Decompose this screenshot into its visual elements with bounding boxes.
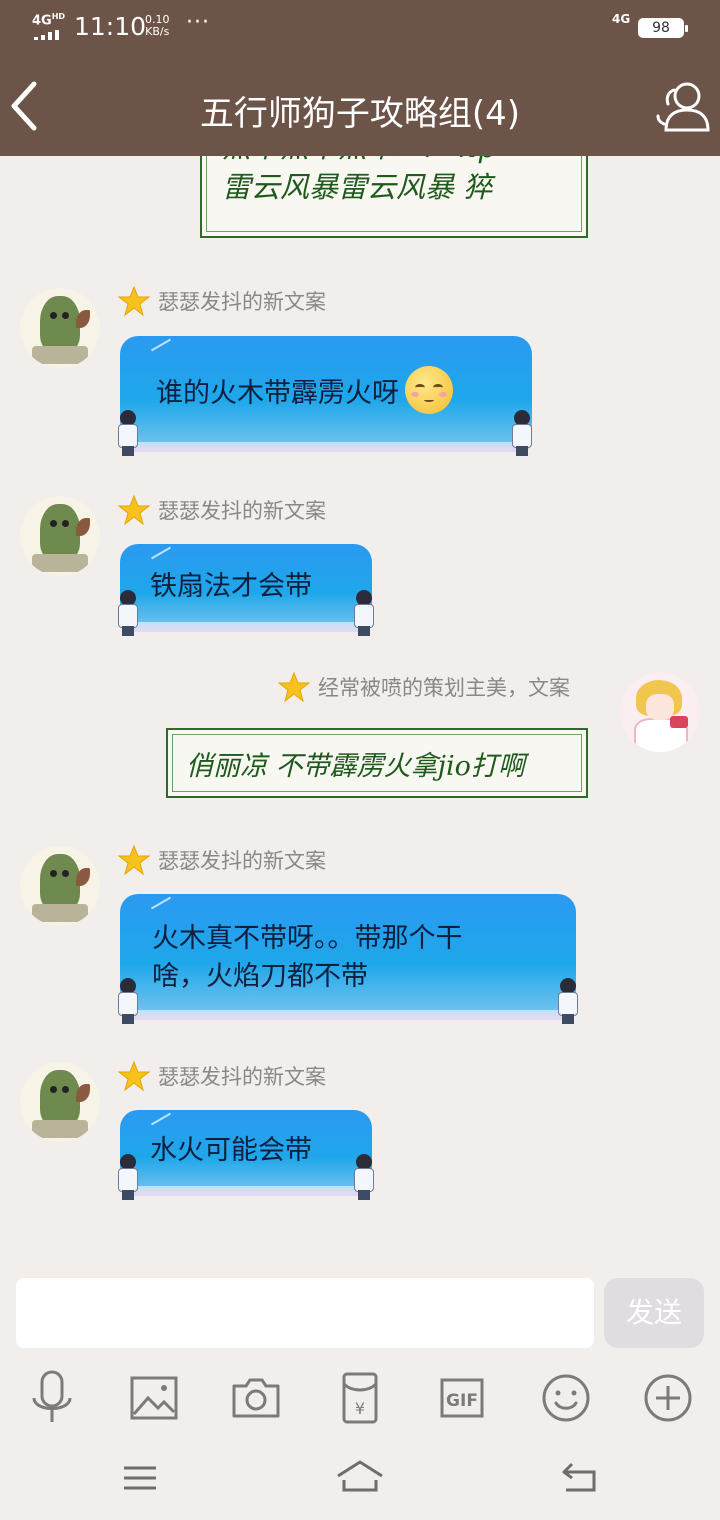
- message-text: 水火可能会带: [150, 1135, 312, 1166]
- sender-name: 瑟瑟发抖的新文案: [158, 849, 326, 873]
- decor-boy-icon: [114, 978, 142, 1024]
- image-message[interactable]: 俏丽凉 不带霹雳火拿jio打啊: [166, 728, 588, 798]
- sender-name: 瑟瑟发抖的新文案: [158, 290, 326, 314]
- status-bar: 4GHD 11:10 0.10 KB/s ··· 4G 98: [0, 0, 720, 56]
- message-bubble[interactable]: 水火可能会带: [118, 1110, 374, 1200]
- menu-icon[interactable]: [112, 1454, 168, 1502]
- sender-row: 瑟瑟发抖的新文案: [118, 1059, 326, 1093]
- more-notifications-icon: ···: [186, 10, 210, 35]
- network-indicator-right: 4G: [612, 12, 631, 26]
- chat-messages[interactable]: 熬木熬木熬木=？ hp 雷云风暴雷云风暴 猝 瑟瑟发抖的新文案 谁的火木带霹雳火…: [0, 156, 720, 1268]
- avatar-self[interactable]: [620, 672, 700, 752]
- sender-name: 经常被喷的策划主美，文案: [318, 676, 570, 700]
- decor-boy-icon: [114, 590, 142, 636]
- battery-indicator: 98: [638, 18, 688, 38]
- avatar[interactable]: [20, 496, 100, 576]
- plus-icon[interactable]: [638, 1368, 698, 1428]
- sender-row: 瑟瑟发抖的新文案: [118, 843, 326, 877]
- top-bar: 4GHD 11:10 0.10 KB/s ··· 4G 98 五行师狗子攻略组(4…: [0, 0, 720, 156]
- chat-header: 五行师狗子攻略组(4): [0, 56, 720, 156]
- star-icon: [278, 671, 310, 703]
- network-speed: 0.10 KB/s: [145, 13, 170, 38]
- emoji-icon[interactable]: [536, 1368, 596, 1428]
- sender-row: 瑟瑟发抖的新文案: [118, 284, 326, 318]
- message-bubble[interactable]: 铁扇法才会带: [118, 544, 374, 636]
- send-button[interactable]: 发送: [604, 1278, 704, 1348]
- decor-boy-icon: [554, 978, 582, 1024]
- sender-name: 瑟瑟发抖的新文案: [158, 1065, 326, 1089]
- sender-name: 瑟瑟发抖的新文案: [158, 499, 326, 523]
- decor-boy-icon: [508, 410, 536, 456]
- message-bubble[interactable]: 谁的火木带霹雳火呀: [118, 336, 532, 456]
- red-packet-icon[interactable]: ¥: [330, 1368, 390, 1428]
- gif-icon[interactable]: GIF: [432, 1368, 492, 1428]
- mic-icon[interactable]: [22, 1368, 82, 1428]
- camera-icon[interactable]: [226, 1368, 286, 1428]
- sender-row: 瑟瑟发抖的新文案: [118, 493, 326, 527]
- avatar[interactable]: [20, 846, 100, 926]
- back-nav-icon[interactable]: [552, 1454, 608, 1502]
- message-text: 火木真不带呀。。带那个干: [152, 923, 463, 954]
- gif-label: GIF: [446, 1391, 478, 1411]
- signal-icon: [34, 30, 64, 40]
- message-text: 铁扇法才会带: [150, 571, 312, 602]
- star-icon: [118, 844, 150, 876]
- star-icon: [118, 1060, 150, 1092]
- star-icon: [118, 285, 150, 317]
- input-area: 发送 ¥ GIF: [0, 1268, 720, 1520]
- decor-boy-icon: [350, 1154, 378, 1200]
- group-members-button[interactable]: [654, 76, 712, 134]
- image-icon[interactable]: [124, 1368, 184, 1428]
- image-text-line: 雷云风暴雷云风暴 猝: [222, 170, 493, 204]
- network-indicator: 4GHD: [32, 12, 66, 29]
- image-text: 俏丽凉 不带霹雳火拿jio打啊: [186, 751, 525, 782]
- pleased-emoji-icon: [405, 366, 453, 414]
- message-text: 啥，火焰刀都不带: [152, 961, 368, 992]
- message-bubble[interactable]: 火木真不带呀。。带那个干 啥，火焰刀都不带: [118, 894, 578, 1024]
- message-input[interactable]: [16, 1278, 594, 1348]
- decor-boy-icon: [114, 410, 142, 456]
- decor-boy-icon: [114, 1154, 142, 1200]
- currency-label: ¥: [355, 1399, 365, 1418]
- message-text: 谁的火木带霹雳火呀: [156, 377, 399, 409]
- sender-row: 经常被喷的策划主美，文案: [278, 670, 570, 704]
- group-members-icon: [656, 82, 710, 132]
- decor-boy-icon: [350, 590, 378, 636]
- chat-title: 五行师狗子攻略组(4): [199, 94, 521, 134]
- home-icon[interactable]: [332, 1454, 388, 1502]
- avatar[interactable]: [20, 288, 100, 368]
- star-icon: [118, 494, 150, 526]
- avatar[interactable]: [20, 1062, 100, 1142]
- status-time: 11:10: [74, 12, 147, 41]
- image-message[interactable]: 熬木熬木熬木=？ hp 雷云风暴雷云风暴 猝: [200, 156, 588, 238]
